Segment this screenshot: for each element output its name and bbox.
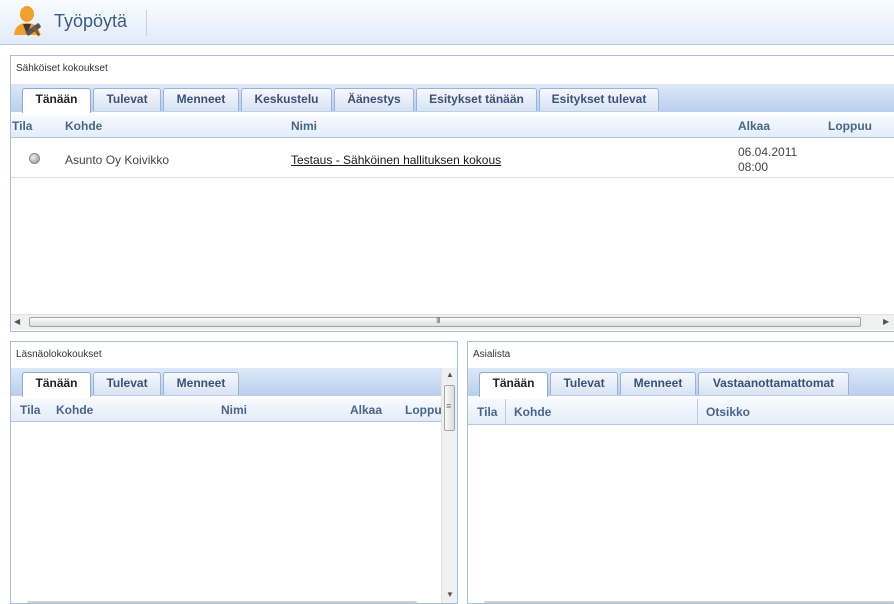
col-status[interactable]: Tila [12, 119, 32, 133]
col-status[interactable]: Tila [477, 405, 497, 419]
col-start[interactable]: Alkaa [350, 403, 382, 417]
tab-unreceived[interactable]: Vastaanottamattomat [698, 372, 849, 395]
table-header: Tila Kohde Nimi Alkaa Loppuu [11, 399, 449, 422]
tab-upcoming[interactable]: Tulevat [93, 372, 161, 395]
status-indicator-icon [29, 153, 40, 164]
horizontal-scrollbar[interactable]: ◀ III ▶ [11, 314, 894, 330]
tab-strip: Tänään Tulevat Menneet Vastaanottamattom… [468, 368, 894, 397]
tab-strip: Tänään Tulevat Menneet [11, 368, 441, 397]
row-start-date: 06.04.2011 [738, 145, 798, 159]
header-divider [146, 10, 147, 36]
tab-past[interactable]: Menneet [620, 372, 696, 395]
column-divider[interactable] [697, 399, 698, 424]
tab-past[interactable]: Menneet [163, 88, 239, 111]
col-name[interactable]: Nimi [221, 403, 247, 417]
scroll-left-icon[interactable]: ◀ [14, 317, 20, 326]
col-start[interactable]: Alkaa [738, 119, 770, 133]
electronic-meetings-panel: Sähköiset kokoukset Tänään Tulevat Menne… [10, 55, 894, 332]
physical-meetings-panel: Läsnäolokokoukset Tänään Tulevat Menneet… [10, 341, 458, 604]
agenda-panel: Asialista Tänään Tulevat Menneet Vastaan… [467, 341, 894, 604]
col-target[interactable]: Kohde [514, 405, 551, 419]
table-header: Tila Kohde Otsikko [468, 399, 894, 425]
panel-title: Asialista [473, 349, 511, 360]
col-status[interactable]: Tila [20, 403, 40, 417]
row-divider [11, 177, 894, 178]
panel-title: Läsnäolokokoukset [16, 349, 102, 360]
top-bar: Työpöytä [0, 0, 894, 45]
col-target[interactable]: Kohde [56, 403, 93, 417]
vertical-scrollbar[interactable]: ▲ ≡ ▼ [441, 368, 457, 603]
tab-today[interactable]: Tänään [22, 372, 91, 397]
tab-discussion[interactable]: Keskustelu [241, 88, 332, 111]
row-target: Asunto Oy Koivikko [65, 153, 170, 167]
tab-strip: Tänään Tulevat Menneet Keskustelu Äänest… [11, 84, 894, 113]
bottom-scrollbar-edge [484, 601, 894, 603]
table-row[interactable]: Asunto Oy Koivikko Testaus - Sähköinen h… [11, 138, 894, 178]
scrollbar-thumb[interactable]: III [29, 316, 861, 327]
col-subject[interactable]: Otsikko [706, 405, 750, 419]
scrollbar-thumb[interactable]: ≡ [444, 385, 455, 431]
row-start-time: 08:00 [738, 160, 769, 174]
tab-upcoming[interactable]: Tulevat [550, 372, 618, 395]
tab-today[interactable]: Tänään [479, 372, 548, 397]
scrollbar-grip-icon: ≡ [446, 401, 452, 411]
bottom-scrollbar-edge [27, 601, 417, 603]
tab-proposals-today[interactable]: Esitykset tänään [416, 88, 537, 111]
scroll-down-icon[interactable]: ▼ [446, 590, 454, 599]
user-gavel-icon [14, 6, 41, 37]
panel-title: Sähköiset kokoukset [16, 63, 108, 74]
meeting-link[interactable]: Testaus - Sähköinen hallituksen kokous [291, 153, 501, 167]
scrollbar-grip: III [436, 316, 441, 325]
scroll-up-icon[interactable]: ▲ [446, 370, 454, 379]
table-header: Tila Kohde Nimi Alkaa Loppuu [11, 115, 894, 138]
page-title: Työpöytä [54, 11, 128, 31]
tab-proposals-upcoming[interactable]: Esitykset tulevat [539, 88, 659, 111]
col-end[interactable]: Loppuu [828, 119, 872, 133]
column-divider[interactable] [505, 399, 506, 424]
tab-voting[interactable]: Äänestys [334, 88, 414, 111]
tab-past[interactable]: Menneet [163, 372, 239, 395]
scroll-right-icon[interactable]: ▶ [883, 317, 889, 326]
col-name[interactable]: Nimi [291, 119, 317, 133]
tab-upcoming[interactable]: Tulevat [93, 88, 161, 111]
col-target[interactable]: Kohde [65, 119, 102, 133]
tab-today[interactable]: Tänään [22, 88, 91, 113]
